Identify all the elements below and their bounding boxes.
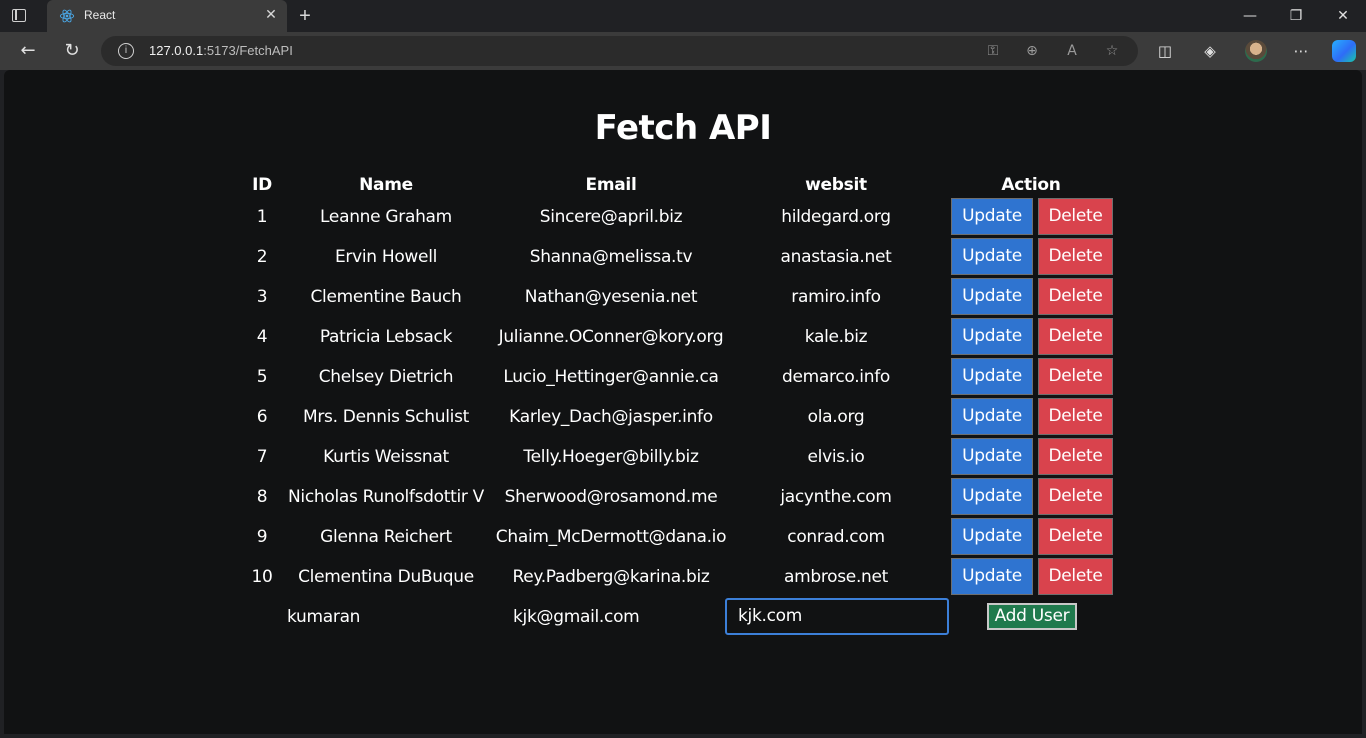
restore-icon[interactable]: ❐	[1284, 4, 1308, 28]
update-button[interactable]: Update	[951, 318, 1033, 355]
key-icon[interactable]: ⚿	[984, 42, 1002, 60]
update-button[interactable]: Update	[951, 198, 1033, 235]
cell-website: jacynthe.com	[780, 487, 892, 507]
header-email: Email	[585, 175, 637, 195]
cell-name: Kurtis Weissnat	[323, 447, 449, 467]
header-id: ID	[252, 175, 272, 195]
cell-name: Ervin Howell	[334, 247, 438, 267]
delete-button[interactable]: Delete	[1038, 358, 1113, 395]
delete-button[interactable]: Delete	[1038, 478, 1113, 515]
delete-button[interactable]: Delete	[1038, 238, 1113, 275]
window-bottom-border	[0, 734, 1366, 738]
cell-name: Leanne Graham	[320, 207, 452, 227]
email-input[interactable]: kjk@gmail.com	[513, 602, 640, 632]
favorite-star-icon[interactable]: ☆	[1103, 42, 1121, 60]
cell-email: Rey.Padberg@karina.biz	[512, 567, 710, 587]
page-title: Fetch API	[594, 108, 772, 148]
cell-website: anastasia.net	[780, 247, 892, 267]
cell-id: 2	[256, 247, 268, 267]
cell-id: 3	[256, 287, 268, 307]
browser-tab[interactable]: React ✕	[47, 0, 287, 32]
cell-email: Telly.Hoeger@billy.biz	[523, 447, 699, 467]
minimize-icon[interactable]: —	[1238, 4, 1262, 28]
cell-website: ramiro.info	[791, 287, 881, 307]
browser-titlebar: React ✕ + — ❐ ✕	[0, 0, 1366, 32]
cell-website: hildegard.org	[781, 207, 891, 227]
cell-email: Nathan@yesenia.net	[524, 287, 698, 307]
delete-button[interactable]: Delete	[1038, 558, 1113, 595]
delete-button[interactable]: Delete	[1038, 438, 1113, 475]
address-bar[interactable]: i 127.0.0.1:5173/FetchAPI ⚿ ⊕ A ☆	[101, 36, 1138, 66]
update-button[interactable]: Update	[951, 398, 1033, 435]
cell-website: conrad.com	[787, 527, 885, 547]
cell-website: ola.org	[807, 407, 865, 427]
cell-website: ambrose.net	[783, 567, 889, 587]
header-website: websit	[805, 175, 867, 195]
cell-email: Julianne.OConner@kory.org	[498, 327, 724, 347]
cell-name: Glenna Reichert	[320, 527, 452, 547]
delete-button[interactable]: Delete	[1038, 318, 1113, 355]
cell-id: 6	[256, 407, 268, 427]
new-tab-icon[interactable]: +	[294, 5, 316, 27]
browser-navbar: ← ↻ i 127.0.0.1:5173/FetchAPI ⚿ ⊕ A ☆ ◫ …	[0, 32, 1366, 70]
cell-id: 7	[256, 447, 268, 467]
delete-button[interactable]: Delete	[1038, 518, 1113, 555]
tab-actions-icon[interactable]	[10, 6, 30, 26]
cell-name: Clementina DuBuque	[298, 567, 474, 587]
tab-title: React	[84, 8, 116, 22]
browser-essentials-icon[interactable]: ◈	[1198, 39, 1222, 63]
update-button[interactable]: Update	[951, 358, 1033, 395]
react-icon	[59, 9, 75, 23]
cell-id: 1	[256, 207, 268, 227]
close-window-icon[interactable]: ✕	[1331, 4, 1355, 28]
cell-email: Sherwood@rosamond.me	[504, 487, 718, 507]
delete-button[interactable]: Delete	[1038, 278, 1113, 315]
avatar[interactable]	[1245, 40, 1267, 62]
cell-website: demarco.info	[782, 367, 890, 387]
cell-id: 10	[251, 567, 273, 587]
cell-name: Patricia Lebsack	[319, 327, 453, 347]
cell-id: 5	[256, 367, 268, 387]
cell-email: Karley_Dach@jasper.info	[509, 407, 713, 427]
update-button[interactable]: Update	[951, 478, 1033, 515]
back-icon[interactable]: ←	[16, 39, 40, 63]
name-input[interactable]: kumaran	[287, 602, 360, 632]
cell-id: 9	[256, 527, 268, 547]
update-button[interactable]: Update	[951, 558, 1033, 595]
cell-email: Chaim_McDermott@dana.io	[495, 527, 727, 547]
more-menu-icon[interactable]: ⋯	[1289, 39, 1313, 63]
add-user-button[interactable]: Add User	[987, 603, 1077, 630]
read-aloud-icon[interactable]: A	[1063, 42, 1081, 60]
close-tab-icon[interactable]: ✕	[263, 7, 279, 23]
cell-name: Nicholas Runolfsdottir V	[288, 487, 484, 507]
header-action: Action	[1001, 175, 1061, 195]
page-viewport: Fetch API ID Name Email websit Action 1 L…	[4, 70, 1362, 734]
zoom-icon[interactable]: ⊕	[1023, 42, 1041, 60]
cell-email: Shanna@melissa.tv	[529, 247, 693, 267]
cell-email: Sincere@april.biz	[539, 207, 683, 227]
site-info-icon[interactable]: i	[118, 43, 134, 59]
update-button[interactable]: Update	[951, 438, 1033, 475]
cell-id: 4	[256, 327, 268, 347]
url-text[interactable]: 127.0.0.1:5173/FetchAPI	[149, 43, 293, 58]
delete-button[interactable]: Delete	[1038, 198, 1113, 235]
cell-website: elvis.io	[807, 447, 865, 467]
cell-email: Lucio_Hettinger@annie.ca	[503, 367, 719, 387]
copilot-icon[interactable]	[1332, 40, 1356, 62]
cell-id: 8	[256, 487, 268, 507]
cell-name: Chelsey Dietrich	[318, 367, 454, 387]
split-screen-icon[interactable]: ◫	[1153, 39, 1177, 63]
cell-name: Clementine Bauch	[310, 287, 462, 307]
update-button[interactable]: Update	[951, 238, 1033, 275]
delete-button[interactable]: Delete	[1038, 398, 1113, 435]
cell-name: Mrs. Dennis Schulist	[302, 407, 470, 427]
header-name: Name	[359, 175, 413, 195]
cell-website: kale.biz	[804, 327, 868, 347]
refresh-icon[interactable]: ↻	[60, 39, 84, 63]
website-input[interactable]: kjk.com	[725, 598, 949, 635]
update-button[interactable]: Update	[951, 278, 1033, 315]
update-button[interactable]: Update	[951, 518, 1033, 555]
